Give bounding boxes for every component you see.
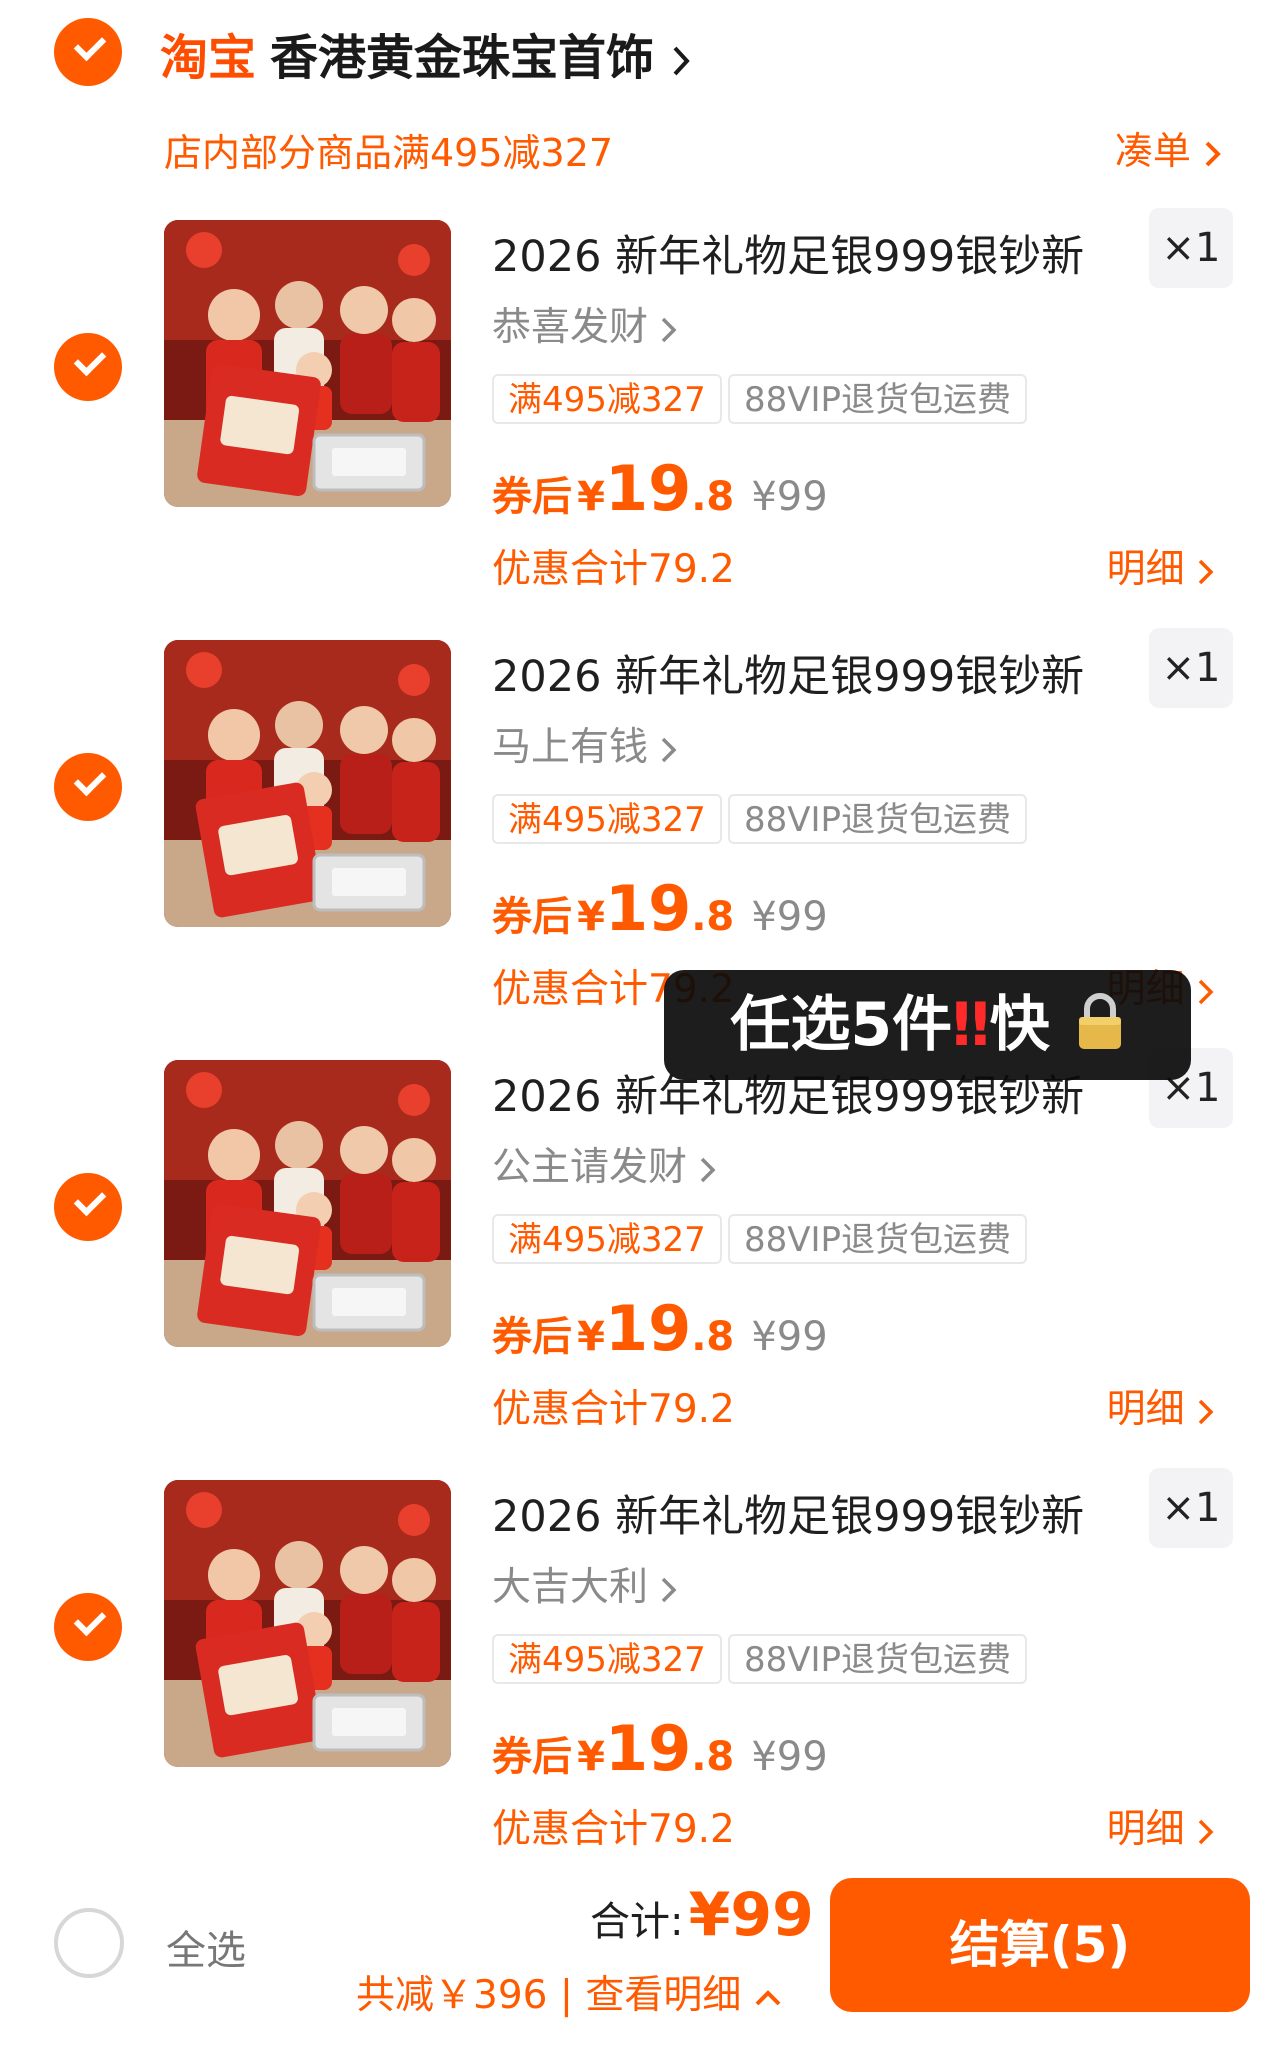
price-row: 券后 ¥19.8 ¥99 — [492, 452, 828, 525]
promo-tag: 满495减327 — [492, 1214, 722, 1264]
item-checkbox[interactable] — [54, 1173, 122, 1241]
saved-text: 共减￥396 | 查看明细 — [356, 1973, 742, 2018]
chevron-right-icon — [1198, 1819, 1214, 1844]
chevron-up-icon — [755, 1989, 781, 2005]
item-checkbox[interactable] — [54, 753, 122, 821]
vip-tag: 88VIP退货包运费 — [728, 1634, 1028, 1684]
saved-detail-link[interactable]: 共减￥396 | 查看明细 — [356, 1964, 782, 2020]
detail-link[interactable]: 明细 — [1107, 538, 1215, 594]
variant-label: 马上有钱 — [492, 725, 649, 770]
chevron-right-icon — [662, 317, 677, 342]
price-decimal: .8 — [691, 1734, 735, 1780]
detail-label: 明细 — [1106, 1387, 1185, 1432]
chevron-right-icon — [662, 737, 677, 762]
chevron-right-icon — [673, 46, 690, 76]
variant-selector[interactable]: 马上有钱 — [492, 716, 678, 772]
chevron-right-icon — [662, 1577, 677, 1602]
price-decimal: .8 — [691, 474, 735, 520]
price-integer: 19 — [604, 1712, 692, 1785]
checkout-button[interactable]: 结算(5) — [830, 1878, 1250, 2012]
item-checkbox[interactable] — [54, 1593, 122, 1661]
price-currency: ¥ — [577, 474, 605, 520]
price-label: 券后 — [492, 1314, 572, 1360]
select-all-checkbox[interactable] — [54, 1908, 124, 1978]
shop-checkbox[interactable] — [54, 18, 122, 86]
chevron-right-icon — [1198, 979, 1214, 1004]
price-currency: ¥ — [577, 1734, 605, 1780]
price-row: 券后 ¥19.8 ¥99 — [492, 1292, 828, 1365]
coudan-link[interactable]: 凑单 — [1115, 120, 1223, 175]
coudan-label: 凑单 — [1114, 129, 1191, 173]
vip-tag: 88VIP退货包运费 — [728, 374, 1028, 424]
price-currency: ¥ — [577, 1314, 605, 1360]
product-title[interactable]: 2026 新年礼物足银999银钞新 — [492, 642, 1084, 704]
product-title[interactable]: 2026 新年礼物足银999银钞新 — [492, 222, 1084, 284]
variant-label: 恭喜发财 — [492, 305, 649, 350]
shop-name: 香港黄金珠宝首饰 — [270, 30, 655, 86]
total-value: ¥99 — [688, 1880, 814, 1950]
variant-label: 公主请发财 — [492, 1145, 688, 1190]
variant-selector[interactable]: 公主请发财 — [492, 1136, 717, 1192]
shop-name-row[interactable]: 淘宝 香港黄金珠宝首饰 — [160, 18, 691, 88]
shop-promo: 店内部分商品满495减327 — [164, 131, 614, 175]
original-price: ¥99 — [751, 474, 828, 520]
detail-link[interactable]: 明细 — [1107, 1798, 1215, 1854]
chevron-right-icon — [1198, 559, 1214, 584]
price-integer: 19 — [604, 1292, 692, 1365]
lock-icon — [1078, 993, 1121, 1049]
price-label: 券后 — [492, 894, 572, 940]
price-integer: 19 — [604, 452, 692, 525]
variant-label: 大吉大利 — [492, 1565, 649, 1610]
price-label: 券后 — [492, 1734, 572, 1780]
quantity-badge[interactable]: ×1 — [1149, 628, 1233, 708]
chevron-right-icon — [1205, 141, 1221, 166]
vip-tag: 88VIP退货包运费 — [728, 794, 1028, 844]
price-label: 券后 — [492, 474, 572, 520]
price-currency: ¥ — [577, 894, 605, 940]
promo-tag: 满495减327 — [492, 794, 722, 844]
item-checkbox[interactable] — [54, 333, 122, 401]
product-image[interactable] — [164, 640, 451, 927]
overlay-text-b: 快 — [989, 990, 1050, 1060]
price-decimal: .8 — [691, 1314, 735, 1360]
original-price: ¥99 — [751, 1314, 828, 1360]
vip-tag: 88VIP退货包运费 — [728, 1214, 1028, 1264]
select-all-label[interactable]: 全选 — [166, 1918, 246, 1976]
price-row: 券后 ¥19.8 ¥99 — [492, 1712, 828, 1785]
discount-total: 优惠合计79.2 — [492, 1807, 735, 1852]
variant-selector[interactable]: 大吉大利 — [492, 1556, 678, 1612]
product-image[interactable] — [164, 220, 451, 507]
discount-total: 优惠合计79.2 — [492, 547, 735, 592]
product-title[interactable]: 2026 新年礼物足银999银钞新 — [492, 1482, 1084, 1544]
detail-label: 明细 — [1106, 547, 1185, 592]
price-integer: 19 — [604, 872, 692, 945]
variant-selector[interactable]: 恭喜发财 — [492, 296, 678, 352]
overlay-bang: ‼ — [952, 990, 990, 1060]
promo-tag: 满495减327 — [492, 1634, 722, 1684]
original-price: ¥99 — [751, 1734, 828, 1780]
promo-tag: 满495减327 — [492, 374, 722, 424]
price-row: 券后 ¥19.8 ¥99 — [492, 872, 828, 945]
chevron-right-icon — [701, 1157, 716, 1182]
chevron-right-icon — [1198, 1399, 1214, 1424]
detail-link[interactable]: 明细 — [1107, 1378, 1215, 1434]
product-image[interactable] — [164, 1480, 451, 1767]
product-image[interactable] — [164, 1060, 451, 1347]
promo-overlay-banner: 任选5件‼快 — [664, 970, 1191, 1080]
taobao-brand: 淘宝 — [160, 30, 257, 86]
total-row: 合计: ¥99 — [590, 1880, 814, 1950]
detail-label: 明细 — [1106, 1807, 1185, 1852]
original-price: ¥99 — [751, 894, 828, 940]
quantity-badge[interactable]: ×1 — [1149, 208, 1233, 288]
overlay-text-a: 任选5件 — [730, 990, 953, 1060]
quantity-badge[interactable]: ×1 — [1149, 1468, 1233, 1548]
total-label: 合计: — [590, 1899, 684, 1945]
price-decimal: .8 — [691, 894, 735, 940]
discount-total: 优惠合计79.2 — [492, 1387, 735, 1432]
